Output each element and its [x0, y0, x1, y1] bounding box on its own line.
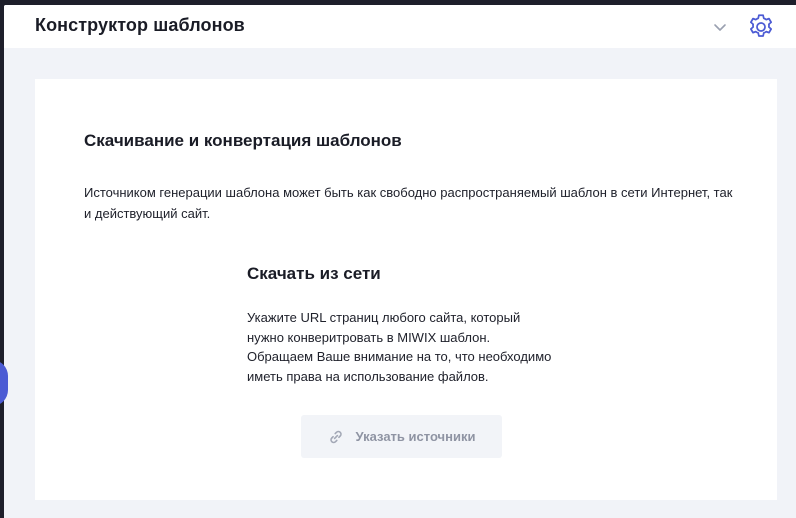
download-description: Укажите URL страниц любого сайта, которы…	[247, 308, 577, 386]
main-panel: Конструктор шаблонов Скачивание и конвер…	[4, 5, 796, 518]
page-header: Конструктор шаблонов	[4, 5, 796, 48]
gear-icon[interactable]	[746, 12, 776, 42]
app-frame: Конструктор шаблонов Скачивание и конвер…	[0, 0, 796, 518]
download-description-line: нужно конверитровать в MIWIX шаблон.	[247, 329, 491, 345]
template-card: Скачивание и конвертация шаблонов Источн…	[35, 79, 777, 500]
download-title: Скачать из сети	[247, 264, 381, 283]
chevron-down-icon[interactable]	[710, 17, 730, 37]
download-description-line: Обращаем Ваше внимание на то, что необхо…	[247, 349, 552, 364]
link-icon	[328, 429, 344, 445]
specify-sources-button[interactable]: Указать источники	[301, 415, 502, 458]
section-description: Источником генерации шаблона может быть …	[84, 185, 733, 221]
specify-sources-label: Указать источники	[355, 429, 476, 444]
download-description-line: Укажите URL страниц любого сайта, которы…	[247, 310, 521, 325]
page-title: Конструктор шаблонов	[35, 15, 245, 35]
download-description-line: иметь права на использование файлов.	[247, 368, 489, 384]
section-title: Скачивание и конвертация шаблонов	[84, 131, 402, 150]
